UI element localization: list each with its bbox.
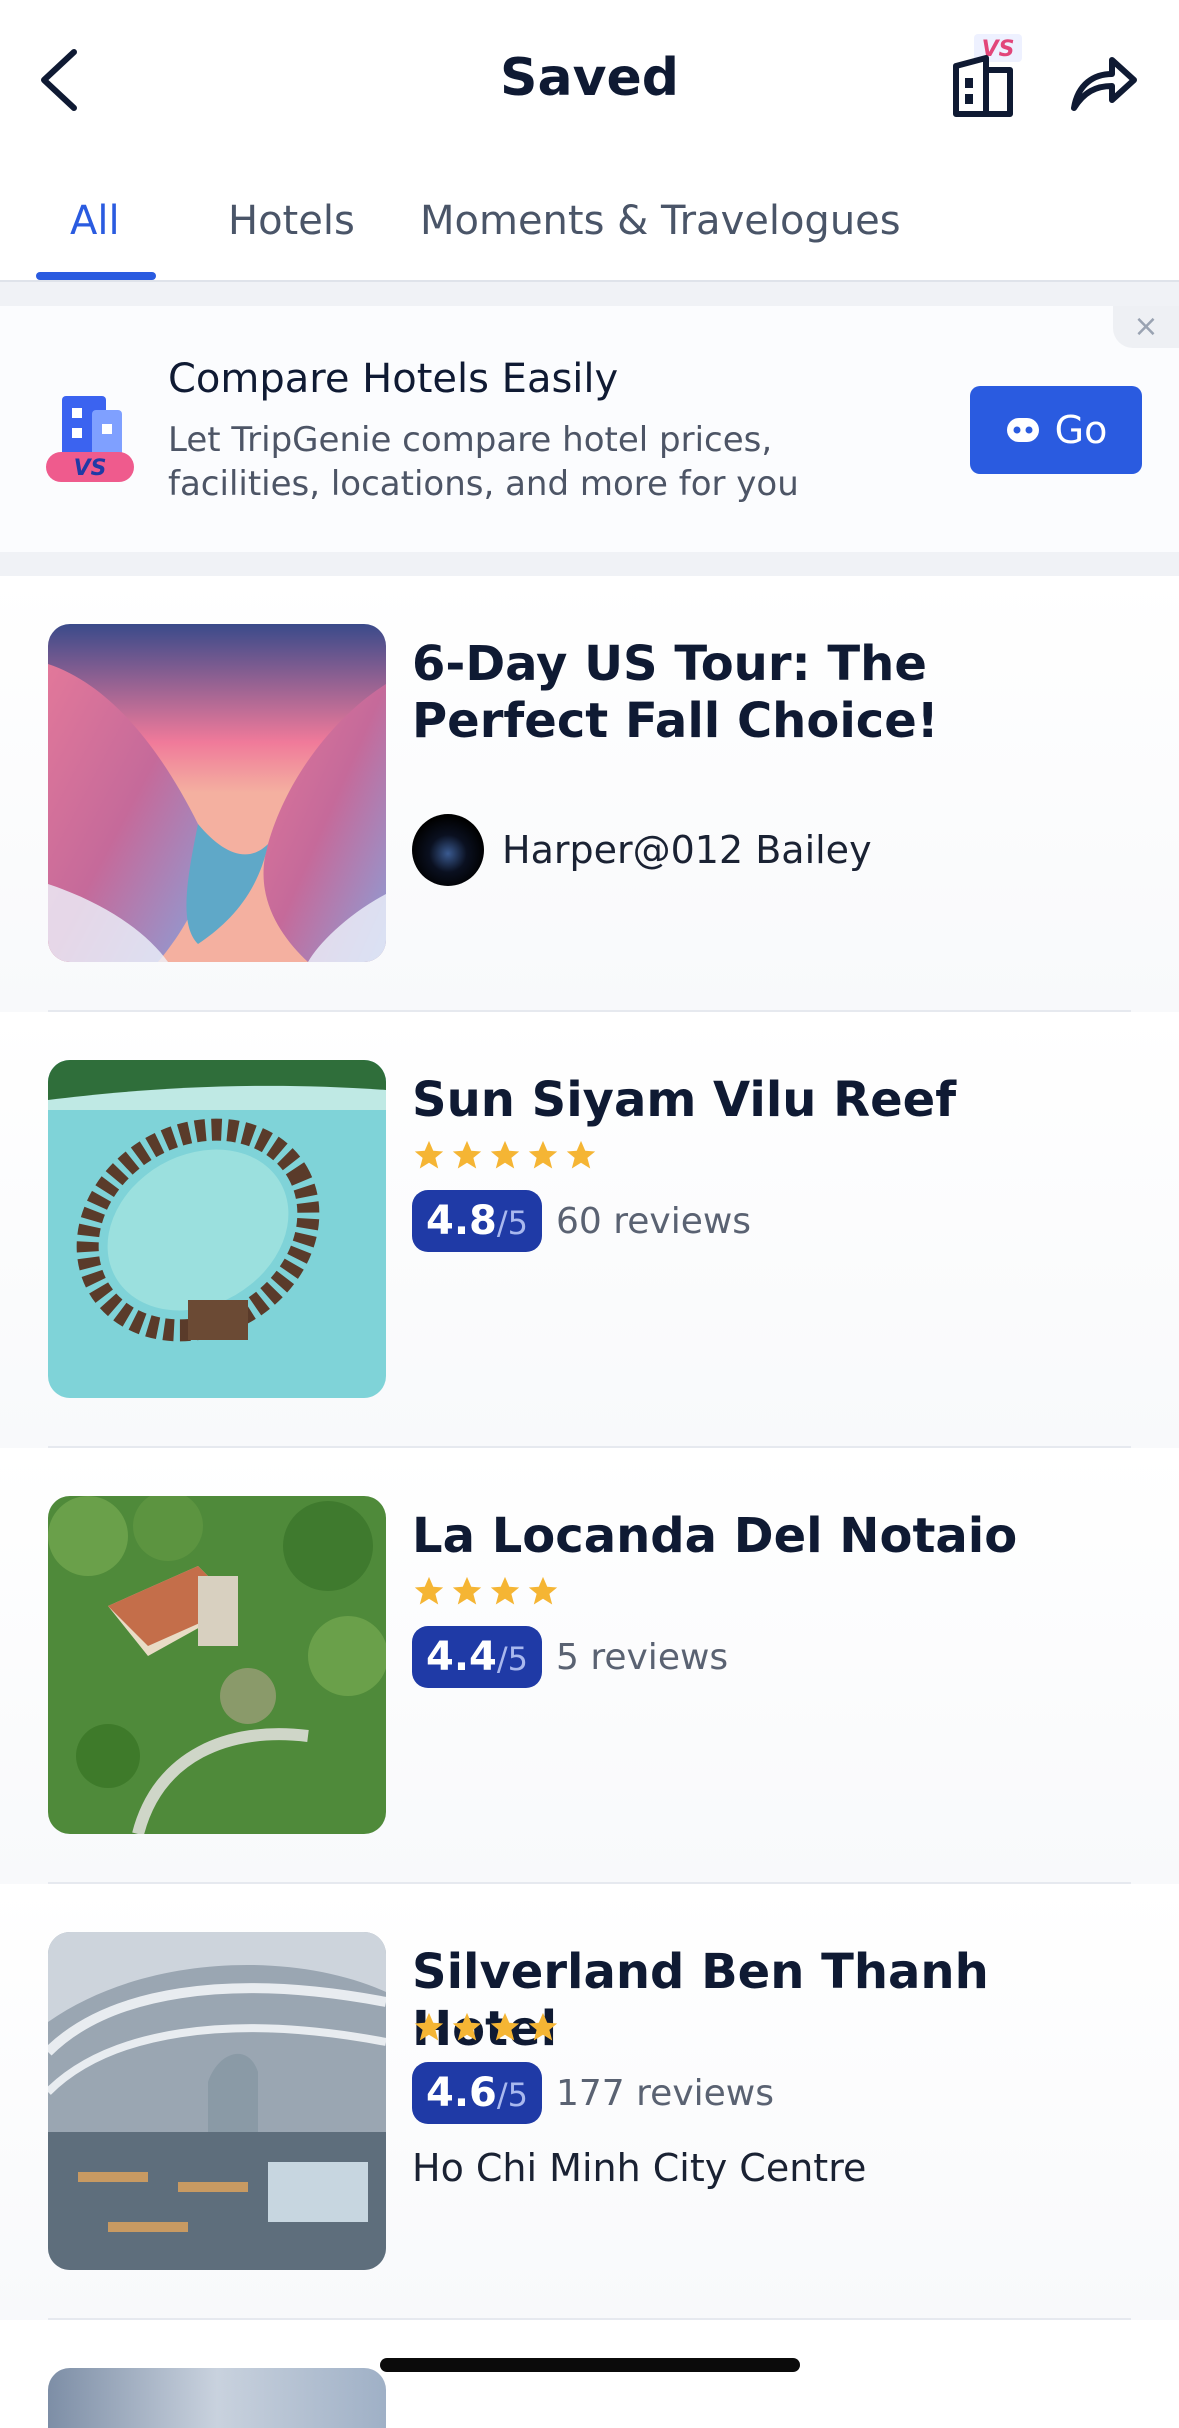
hotel-name: Sun Siyam Vilu Reef bbox=[412, 1072, 957, 1128]
rating: 4.4 /5 5 reviews bbox=[412, 1626, 728, 1688]
star-rating bbox=[412, 1574, 560, 1614]
score-value: 4.8 bbox=[426, 1198, 497, 1244]
star-rating bbox=[412, 1138, 598, 1178]
hotel-thumbnail bbox=[48, 1060, 386, 1398]
star-icon bbox=[528, 1576, 558, 1605]
compare-hotels-banner[interactable]: × VS Compare Hotels Easily Let TripGenie… bbox=[0, 306, 1179, 552]
share-icon[interactable] bbox=[1068, 50, 1140, 114]
tab-bar: All Hotels Moments & Travelogues bbox=[0, 160, 1179, 282]
hotel-thumbnail bbox=[48, 1496, 386, 1834]
banner-title: Compare Hotels Easily bbox=[168, 356, 619, 402]
star-icon bbox=[414, 2012, 444, 2041]
star-icon bbox=[490, 1140, 520, 1169]
go-button[interactable]: Go bbox=[970, 386, 1142, 474]
score-badge: 4.4 /5 bbox=[412, 1626, 542, 1688]
hotel-thumbnail bbox=[48, 2368, 386, 2428]
section-divider bbox=[0, 282, 1179, 306]
score-max: /5 bbox=[496, 2076, 528, 2114]
avatar bbox=[412, 814, 484, 886]
score-max: /5 bbox=[496, 1204, 528, 1242]
author: Harper@012 Bailey bbox=[412, 814, 872, 886]
rating: 4.8 /5 60 reviews bbox=[412, 1190, 751, 1252]
bot-icon bbox=[1006, 418, 1039, 442]
star-icon bbox=[528, 2012, 558, 2041]
active-tab-indicator bbox=[36, 272, 156, 280]
travelogue-title: 6-Day US Tour: The Perfect Fall Choice! bbox=[412, 636, 939, 749]
star-icon bbox=[414, 1140, 444, 1169]
star-rating bbox=[412, 2010, 560, 2050]
section-divider bbox=[0, 552, 1179, 576]
review-count: 60 reviews bbox=[556, 1200, 752, 1242]
hotel-location: Ho Chi Minh City Centre bbox=[412, 2146, 867, 2190]
star-icon bbox=[414, 1576, 444, 1605]
hotel-thumbnail bbox=[48, 1932, 386, 2270]
home-indicator[interactable] bbox=[380, 2358, 800, 2372]
star-icon bbox=[452, 1576, 482, 1605]
star-icon bbox=[490, 2012, 520, 2041]
list-item[interactable]: Silverland Ben Thanh Hotel 4.6 /5 177 re… bbox=[0, 1884, 1179, 2320]
hotel-compare-icon: VS bbox=[46, 396, 134, 482]
star-icon bbox=[452, 2012, 482, 2041]
star-icon bbox=[452, 1140, 482, 1169]
score-value: 4.4 bbox=[426, 1634, 497, 1680]
review-count: 5 reviews bbox=[556, 1636, 729, 1678]
rating: 4.6 /5 177 reviews bbox=[412, 2062, 774, 2124]
tab-hotels[interactable]: Hotels bbox=[228, 186, 355, 256]
top-bar: Saved VS bbox=[0, 0, 1179, 160]
score-max: /5 bbox=[496, 1640, 528, 1678]
score-badge: 4.6 /5 bbox=[412, 2062, 542, 2124]
list-item[interactable]: 6-Day US Tour: The Perfect Fall Choice! … bbox=[0, 576, 1179, 1012]
score-badge: 4.8 /5 bbox=[412, 1190, 542, 1252]
tab-moments-travelogues[interactable]: Moments & Travelogues bbox=[420, 186, 901, 256]
star-icon bbox=[528, 1140, 558, 1169]
author-name: Harper@012 Bailey bbox=[502, 828, 872, 872]
hotel-compare-icon[interactable]: VS bbox=[948, 30, 1028, 120]
close-icon[interactable]: × bbox=[1113, 306, 1179, 348]
banner-subtitle: Let TripGenie compare hotel prices, faci… bbox=[168, 420, 799, 504]
list-item[interactable]: Sun Siyam Vilu Reef 4.8 /5 60 reviews bbox=[0, 1012, 1179, 1448]
go-button-label: Go bbox=[1054, 408, 1108, 452]
star-icon bbox=[490, 1576, 520, 1605]
review-count: 177 reviews bbox=[556, 2072, 774, 2114]
score-value: 4.6 bbox=[426, 2070, 497, 2116]
compare-badge-text: VS bbox=[74, 456, 107, 481]
travelogue-thumbnail bbox=[48, 624, 386, 962]
star-icon bbox=[566, 1140, 596, 1169]
hotel-name: La Locanda Del Notaio bbox=[412, 1508, 1018, 1564]
tab-all[interactable]: All bbox=[70, 186, 120, 256]
list-item[interactable]: La Locanda Del Notaio 4.4 /5 5 reviews bbox=[0, 1448, 1179, 1884]
